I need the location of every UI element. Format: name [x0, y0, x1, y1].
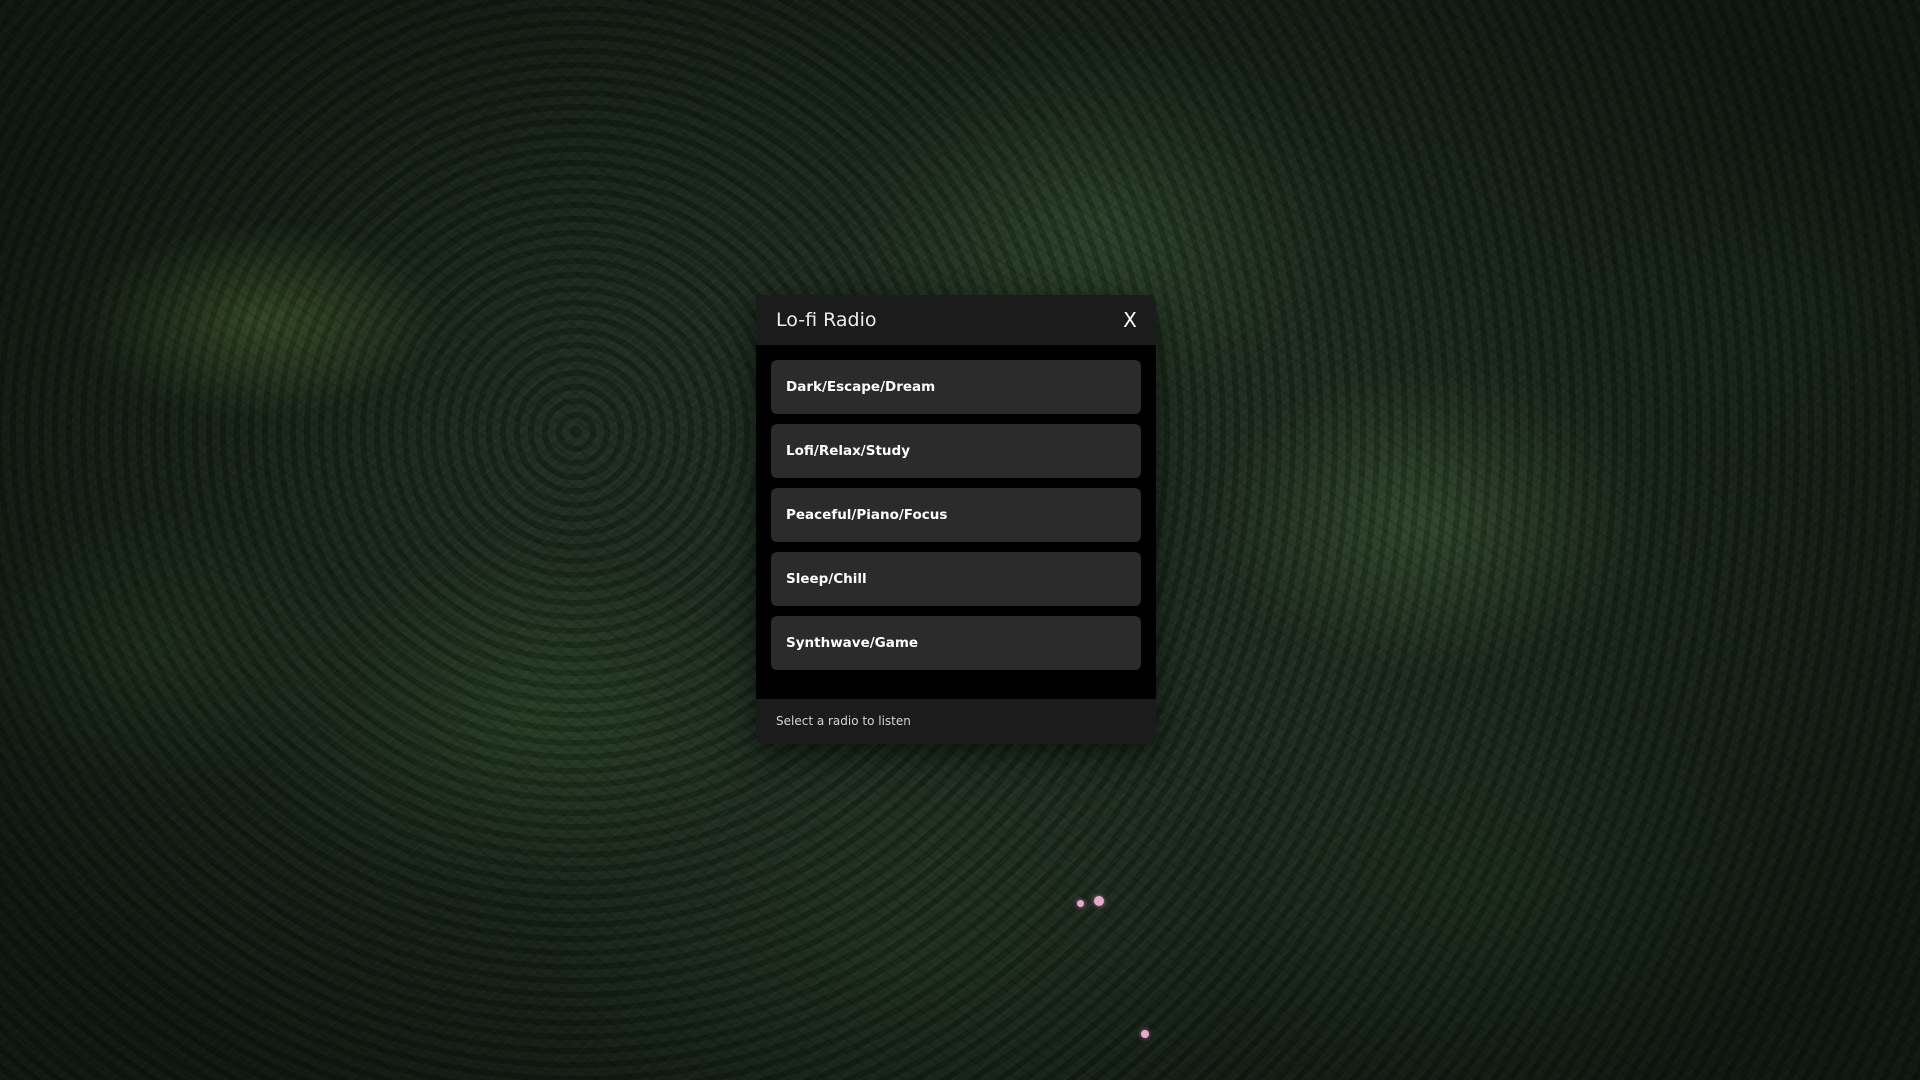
- station-button-synthwave-game[interactable]: Synthwave/Game: [771, 616, 1141, 670]
- status-bar: Select a radio to listen: [756, 699, 1156, 744]
- station-button-sleep-chill[interactable]: Sleep/Chill: [771, 552, 1141, 606]
- window-title: Lo-fi Radio: [776, 309, 877, 331]
- status-text: Select a radio to listen: [776, 714, 911, 728]
- station-button-lofi-relax-study[interactable]: Lofi/Relax/Study: [771, 424, 1141, 478]
- close-button[interactable]: X: [1114, 304, 1146, 336]
- pink-flower: [1077, 900, 1084, 907]
- pink-flower: [1094, 896, 1104, 906]
- station-button-peaceful-piano-focus[interactable]: Peaceful/Piano/Focus: [771, 488, 1141, 542]
- station-button-dark-escape-dream[interactable]: Dark/Escape/Dream: [771, 360, 1141, 414]
- station-list: Dark/Escape/Dream Lofi/Relax/Study Peace…: [771, 360, 1141, 680]
- title-bar[interactable]: Lo-fi Radio X: [756, 295, 1156, 345]
- lofi-radio-window: Lo-fi Radio X Dark/Escape/Dream Lofi/Rel…: [756, 295, 1156, 744]
- pink-flower: [1141, 1030, 1149, 1038]
